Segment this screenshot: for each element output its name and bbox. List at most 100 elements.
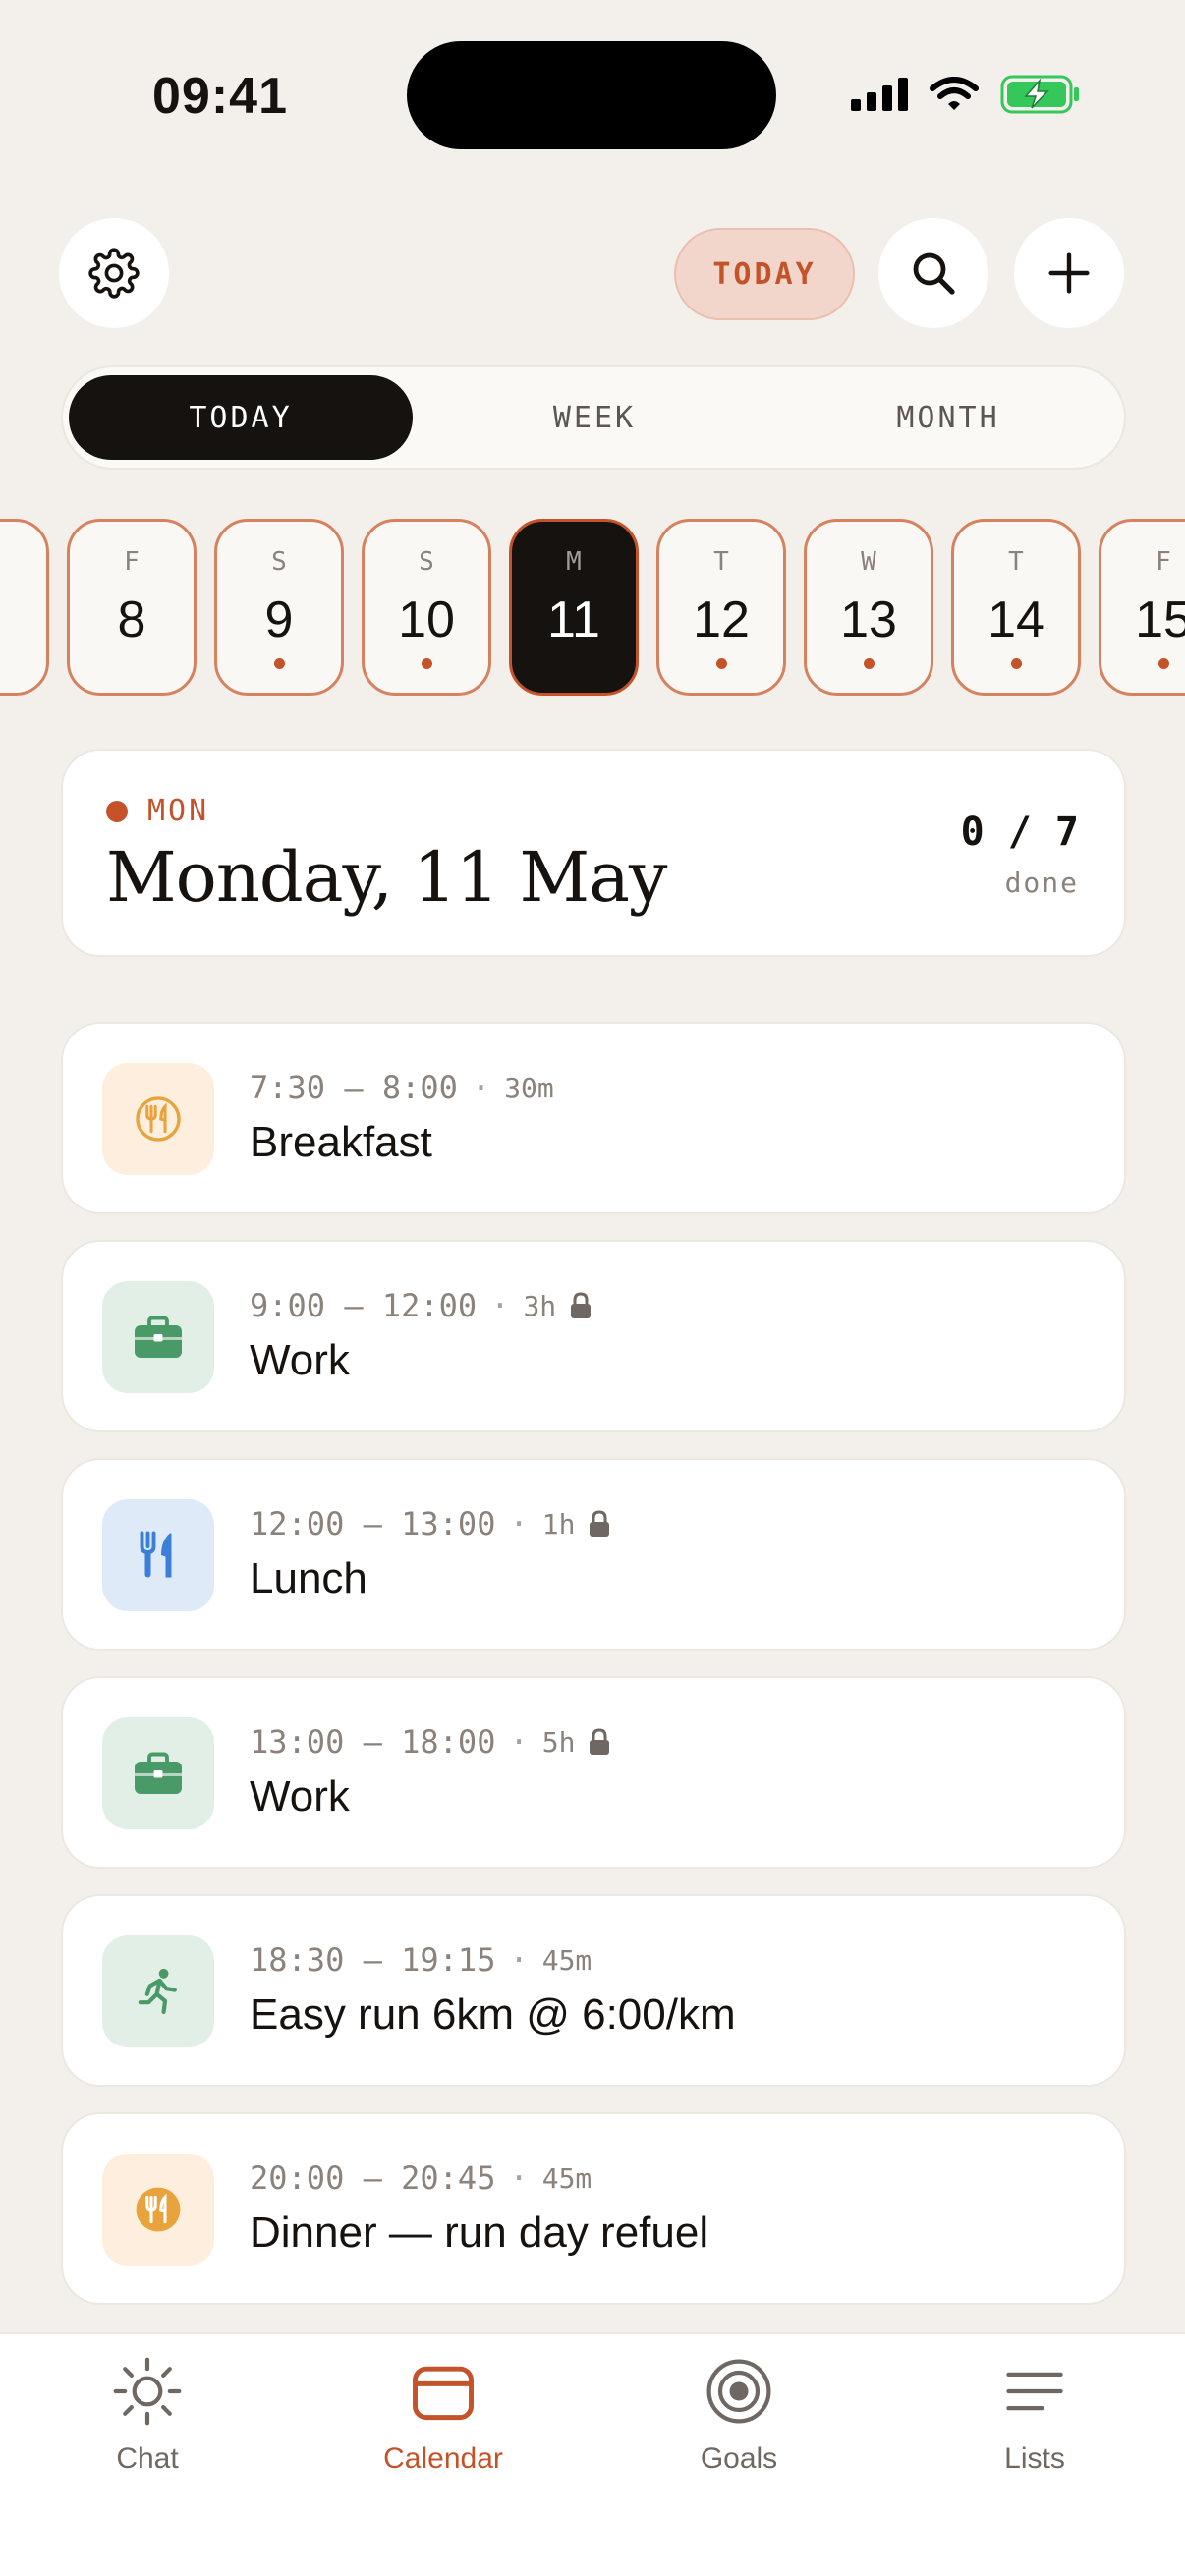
event-duration: 3h <box>523 1289 557 1322</box>
event-icon-tile <box>102 2154 214 2266</box>
day-header-card: MON Monday, 11 May 0 / 7 done <box>61 749 1126 957</box>
fork-knife-icon <box>136 1096 181 1142</box>
done-count: 0 / 7 <box>960 810 1079 855</box>
day-title: Monday, 11 May <box>106 837 667 918</box>
event-indicator-dot <box>1157 658 1169 669</box>
sun-icon <box>113 2357 182 2426</box>
target-icon <box>706 2359 771 2424</box>
event-time: 7:30 — 8:00 · 30m <box>250 1069 554 1106</box>
tab-bar: Chat Calendar Goals Lists <box>0 2332 1185 2576</box>
tab-goals[interactable]: Goals <box>641 2354 837 2476</box>
gear-icon <box>88 248 140 299</box>
calendar-icon <box>413 2366 474 2421</box>
battery-charging-icon <box>1000 75 1079 114</box>
event-title: Work <box>250 1772 350 1820</box>
event-card[interactable]: 12:00 — 13:00 · 1h Lunch <box>61 1458 1126 1651</box>
event-time: 20:00 — 20:45 · 45m <box>250 2159 592 2197</box>
utensils-circle-icon <box>136 2187 181 2232</box>
event-time-range: 13:00 — 18:00 <box>250 1723 496 1761</box>
date-cell-weekday: F <box>124 547 140 577</box>
event-icon-tile <box>102 1717 214 1829</box>
date-cell-day-number: 9 <box>264 591 294 648</box>
date-cell[interactable]: W 13 <box>804 519 933 696</box>
event-duration: 1h <box>541 1507 576 1540</box>
date-cell-weekday: M <box>566 547 582 577</box>
date-cell-day-number: 12 <box>693 591 750 648</box>
segment-week[interactable]: WEEK <box>423 375 766 460</box>
date-cell[interactable]: S 10 <box>362 519 491 696</box>
event-title: Breakfast <box>250 1118 432 1166</box>
event-time: 18:30 — 19:15 · 45m <box>250 1941 592 1979</box>
event-indicator-dot <box>273 658 285 669</box>
event-time: 12:00 — 13:00 · 1h <box>250 1505 610 1542</box>
done-label: done <box>1004 867 1079 899</box>
event-duration: 45m <box>541 2161 592 2195</box>
lock-icon <box>590 1728 610 1755</box>
tab-lists[interactable]: Lists <box>936 2354 1133 2476</box>
date-cell-day-number: 10 <box>398 591 455 648</box>
separator-dot: · <box>471 1069 491 1106</box>
lock-icon <box>571 1292 592 1318</box>
event-time-range: 20:00 — 20:45 <box>250 2159 496 2197</box>
date-cell-day-number: 13 <box>840 591 897 648</box>
event-duration: 5h <box>541 1725 576 1759</box>
separator-dot: · <box>490 1287 510 1324</box>
date-strip: T7F8S9S10M11T12W13T14F15 <box>0 517 1185 700</box>
status-time: 09:41 <box>152 68 288 125</box>
search-icon <box>913 252 955 295</box>
today-chip-button[interactable]: TODAY <box>674 228 855 320</box>
date-cell[interactable]: F8 <box>67 519 197 696</box>
date-cell-weekday: S <box>271 547 287 577</box>
dynamic-island <box>407 41 776 149</box>
view-segmented-control: TODAY WEEK MONTH <box>61 365 1126 470</box>
date-cell[interactable]: M 11 <box>509 519 639 696</box>
event-card[interactable]: 13:00 — 18:00 · 5h Work <box>61 1676 1126 1869</box>
date-cell-day-number: 8 <box>117 591 146 648</box>
search-button[interactable] <box>878 218 988 328</box>
event-title: Dinner — run day refuel <box>250 2209 709 2257</box>
event-card[interactable]: 9:00 — 12:00 · 3h Work <box>61 1240 1126 1432</box>
event-card[interactable]: 18:30 — 19:15 · 45m Easy run 6km @ 6:00/km <box>61 1894 1126 2087</box>
event-time-range: 12:00 — 13:00 <box>250 1505 496 1542</box>
event-time-range: 18:30 — 19:15 <box>250 1941 496 1979</box>
add-button[interactable] <box>1014 218 1124 328</box>
event-duration: 30m <box>504 1071 554 1104</box>
event-card[interactable]: 20:00 — 20:45 · 45m Dinner — run day refuel <box>61 2112 1126 2305</box>
list-icon <box>1006 2372 1063 2411</box>
settings-button[interactable] <box>59 218 169 328</box>
event-duration: 45m <box>541 1943 592 1977</box>
event-icon-tile <box>102 1063 214 1175</box>
date-cell[interactable]: F 15 <box>1099 519 1185 696</box>
event-card[interactable]: 7:30 — 8:00 · 30m Breakfast <box>61 1022 1126 1214</box>
date-cell-weekday: W <box>861 547 876 577</box>
separator-dot: · <box>509 2159 529 2197</box>
date-cell-day-number: 15 <box>1135 591 1185 648</box>
signal-icon <box>851 78 908 111</box>
tab-calendar-label: Calendar <box>383 2442 503 2475</box>
status-icons <box>851 75 1081 114</box>
runner-icon <box>138 1968 177 2015</box>
event-time-range: 7:30 — 8:00 <box>250 1069 458 1106</box>
date-cell[interactable]: T 12 <box>656 519 786 696</box>
plus-icon <box>1048 252 1090 294</box>
date-cell-weekday: T <box>713 547 729 577</box>
event-icon-tile <box>102 1281 214 1393</box>
date-cell-day-number: 14 <box>988 591 1044 648</box>
event-indicator-dot <box>1010 658 1022 669</box>
day-tag-dot <box>106 800 128 822</box>
lock-icon <box>590 1510 610 1537</box>
event-title: Easy run 6km @ 6:00/km <box>250 1990 736 2039</box>
separator-dot: · <box>509 1941 529 1979</box>
tab-chat[interactable]: Chat <box>49 2354 246 2476</box>
segment-today[interactable]: TODAY <box>69 375 413 460</box>
segment-month[interactable]: MONTH <box>776 375 1120 460</box>
event-icon-tile <box>102 1935 214 2047</box>
date-cell[interactable]: T7 <box>0 519 49 696</box>
date-cell[interactable]: S9 <box>214 519 344 696</box>
tab-calendar[interactable]: Calendar <box>345 2354 541 2476</box>
event-indicator-dot <box>715 658 727 669</box>
date-cell-weekday: F <box>1156 547 1171 577</box>
day-tag-label: MON <box>147 794 210 828</box>
date-cell-weekday: S <box>419 547 434 577</box>
date-cell[interactable]: T 14 <box>951 519 1081 696</box>
